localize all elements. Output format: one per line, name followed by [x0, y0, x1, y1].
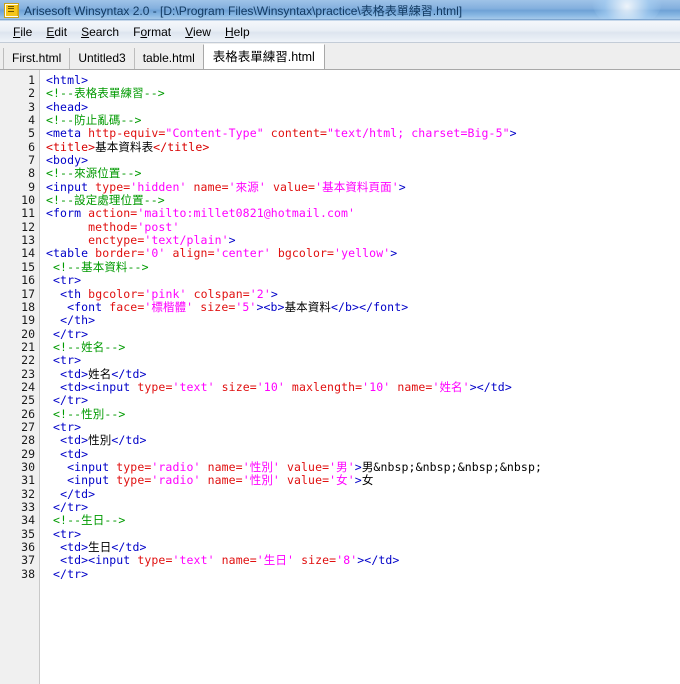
line-number: 3	[28, 99, 35, 114]
code-line: <td>姓名</td>	[60, 366, 147, 381]
menu-edit[interactable]: Edit	[39, 23, 74, 41]
line-number: 4	[28, 113, 35, 128]
winsyntax-window: Arisesoft Winsyntax 2.0 - [D:\Program Fi…	[0, 0, 680, 684]
document-icon	[4, 3, 19, 18]
code-line: <!--姓名-->	[53, 339, 126, 354]
line-number: 38	[21, 566, 35, 581]
line-number: 6	[28, 139, 35, 154]
code-line: <!--表格表單練習-->	[46, 86, 165, 101]
code-line: <input type='hidden' name='來源' value='基本…	[46, 179, 406, 194]
line-number: 32	[21, 486, 35, 501]
code-line: <!--設定處理位置-->	[46, 193, 165, 208]
code-text-area[interactable]: <html> <!--表格表單練習--> <head> <!--防止亂碼--> <met…	[40, 70, 680, 684]
code-line: <td>	[60, 446, 89, 461]
code-line: <!--來源位置-->	[46, 166, 142, 181]
line-number: 13	[21, 233, 35, 248]
line-number: 29	[21, 446, 35, 461]
line-number: 18	[21, 299, 35, 314]
code-line: <th bgcolor='pink' colspan='2'>	[60, 286, 278, 301]
tab-first-html[interactable]: First.html	[3, 48, 71, 69]
line-number: 21	[21, 339, 35, 354]
code-line: <!--基本資料-->	[53, 259, 149, 274]
code-line: <tr>	[53, 526, 82, 541]
tab-untitled3[interactable]: Untitled3	[69, 48, 135, 69]
code-line: <input type='radio' name='性別' value='男'>…	[67, 459, 542, 474]
code-line: <html>	[46, 73, 89, 87]
code-line: <tr>	[53, 419, 82, 434]
line-number: 5	[28, 126, 35, 141]
window-title: Arisesoft Winsyntax 2.0 - [D:\Program Fi…	[24, 4, 463, 18]
code-line: <table border='0' align='center' bgcolor…	[46, 246, 398, 261]
code-line: method='post'	[88, 219, 180, 234]
line-number: 36	[21, 540, 35, 555]
aero-glow	[592, 0, 662, 21]
code-line: </tr>	[53, 393, 89, 408]
tab-active-form-practice[interactable]: 表格表單練習.html	[202, 44, 325, 69]
menu-view[interactable]: View	[178, 23, 218, 41]
line-number: 31	[21, 473, 35, 488]
menu-format[interactable]: Format	[126, 23, 178, 41]
line-number: 12	[21, 219, 35, 234]
line-number: 23	[21, 366, 35, 381]
title-bar: Arisesoft Winsyntax 2.0 - [D:\Program Fi…	[0, 0, 680, 21]
line-number: 8	[28, 166, 35, 181]
code-line: <title>基本資料表</title>	[46, 139, 210, 154]
code-line: <!--防止亂碼-->	[46, 113, 142, 128]
code-line: </tr>	[53, 566, 89, 581]
code-line: <meta http-equiv="Content-Type" content=…	[46, 126, 517, 141]
code-line: <td>性別</td>	[60, 433, 147, 448]
line-number: 17	[21, 286, 35, 301]
code-line: <body>	[46, 153, 89, 168]
code-line: enctype='text/plain'>	[88, 233, 236, 248]
code-line: <td><input type='text' size='10' maxleng…	[60, 379, 512, 394]
line-number: 30	[21, 459, 35, 474]
line-number: 35	[21, 526, 35, 541]
line-number: 24	[21, 379, 35, 394]
code-editor[interactable]: 1 2 3 4 5 6 7 8 9 10 11 12 13 14 15 16 17 18 19 20 21 22 23 24 2…	[0, 70, 680, 684]
line-number: 19	[21, 313, 35, 328]
code-line: </td>	[60, 486, 96, 501]
tab-strip-filler	[323, 48, 680, 69]
code-line: </tr>	[53, 500, 89, 514]
line-number: 15	[21, 259, 35, 274]
tab-bar: First.html Untitled3 table.html 表格表單練習.h…	[0, 43, 680, 70]
code-line: <td><input type='text' name='生日' size='8…	[60, 553, 400, 568]
line-number: 16	[21, 273, 35, 288]
line-number: 28	[21, 433, 35, 448]
line-number: 20	[21, 326, 35, 341]
code-line: <input type='radio' name='性別' value='女'>…	[67, 473, 374, 488]
code-line: </tr>	[53, 326, 89, 341]
code-line: <tr>	[53, 273, 82, 288]
line-number: 10	[21, 193, 35, 208]
code-line: <font face='標楷體' size='5'><b>基本資料</b></f…	[67, 299, 409, 314]
line-number: 33	[21, 500, 35, 514]
line-number: 7	[28, 153, 35, 168]
line-number: 25	[21, 393, 35, 408]
line-number: 37	[21, 553, 35, 568]
line-number: 34	[21, 513, 35, 528]
menu-help[interactable]: Help	[218, 23, 257, 41]
code-line: </th>	[60, 313, 96, 328]
line-number: 22	[21, 353, 35, 368]
line-number: 14	[21, 246, 35, 261]
line-number: 9	[28, 179, 35, 194]
code-line: <head>	[46, 99, 89, 114]
line-number: 2	[28, 86, 35, 101]
code-line: <!--性別-->	[53, 406, 126, 421]
line-number: 11	[21, 206, 35, 221]
code-line: <!--生日-->	[53, 513, 126, 528]
menu-search[interactable]: Search	[74, 23, 126, 41]
tab-table-html[interactable]: table.html	[133, 48, 204, 69]
line-number: 1	[28, 73, 35, 87]
code-line: <tr>	[53, 353, 82, 368]
line-number: 27	[21, 419, 35, 434]
code-line: <form action='mailto:millet0821@hotmail.…	[46, 206, 356, 221]
menu-bar: File Edit Search Format View Help	[0, 21, 680, 43]
code-line: <td>生日</td>	[60, 540, 147, 555]
line-number-gutter: 1 2 3 4 5 6 7 8 9 10 11 12 13 14 15 16 17 18 19 20 21 22 23 24 2…	[0, 70, 40, 684]
line-number: 26	[21, 406, 35, 421]
menu-file[interactable]: File	[6, 23, 39, 41]
